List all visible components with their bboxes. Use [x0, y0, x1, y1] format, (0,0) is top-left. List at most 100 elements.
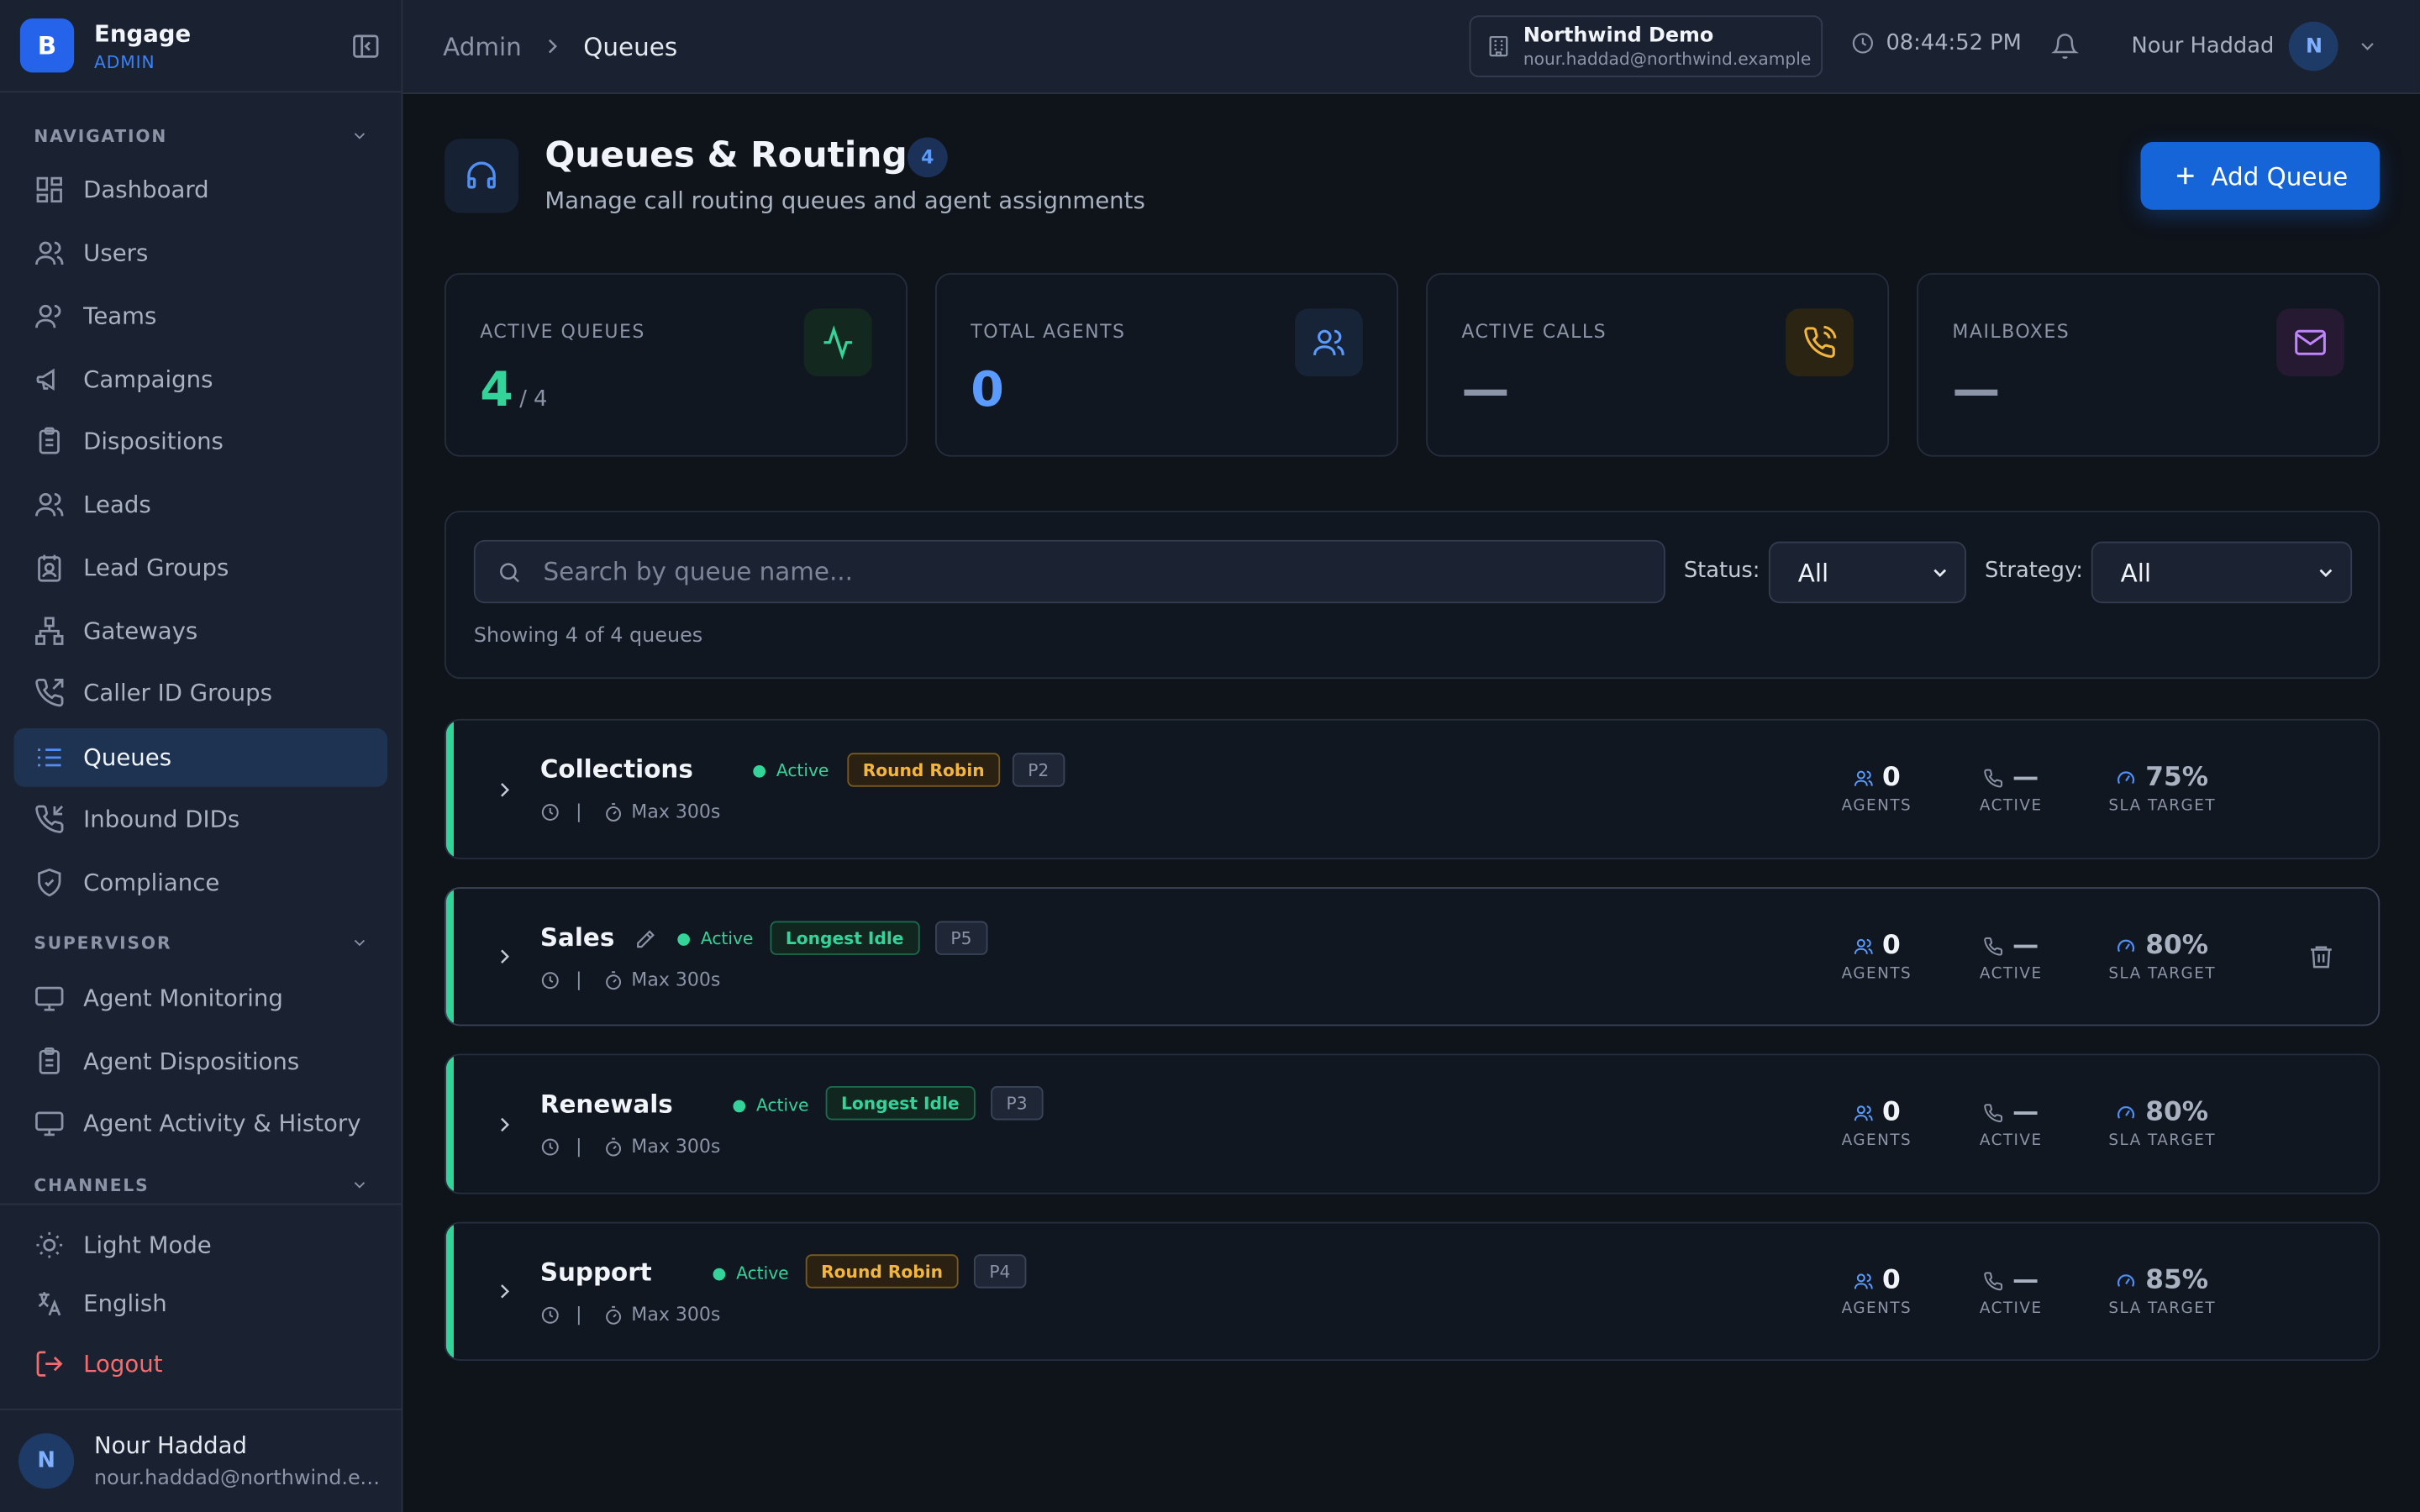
metric-value: —	[2012, 930, 2039, 962]
sidebar-collapse-icon[interactable]	[350, 30, 381, 61]
sidebar-item-campaigns[interactable]: Campaigns	[14, 350, 387, 409]
chevron-down-icon	[2362, 43, 2375, 50]
metric-agents: 0 AGENTS	[1815, 1097, 1939, 1149]
priority-badge: P4	[973, 1254, 1026, 1289]
trash-icon[interactable]	[2307, 942, 2335, 970]
sidebar-divider	[0, 1203, 403, 1205]
sidebar-item-dispositions[interactable]: Dispositions	[14, 412, 387, 470]
clipboard-icon	[39, 1047, 60, 1074]
status-select-value: All	[1797, 557, 1829, 587]
sidebar-user[interactable]: N Nour Haddad nour.haddad@northwind.exam…	[0, 1410, 402, 1512]
section-navigation[interactable]: NAVIGATION	[0, 123, 402, 148]
add-queue-label: Add Queue	[2211, 160, 2349, 191]
metric-value: 85%	[2145, 1265, 2209, 1296]
bell-icon[interactable]	[2051, 33, 2079, 60]
metric-label: AGENTS	[1841, 797, 1912, 815]
sidebar-item-label: Agent Monitoring	[83, 984, 283, 1012]
sidebar-item-lead-groups[interactable]: Lead Groups	[14, 538, 387, 597]
pencil-icon[interactable]	[634, 929, 656, 951]
priority-badge: P5	[935, 921, 987, 955]
users-icon	[1854, 769, 1872, 785]
sidebar-item-light-mode[interactable]: Light Mode	[14, 1215, 387, 1274]
sidebar-item-users[interactable]: Users	[14, 223, 387, 282]
sidebar-item-teams[interactable]: Teams	[14, 287, 387, 346]
sidebar-item-queues[interactable]: Queues	[13, 727, 388, 787]
queue-card-support[interactable]: Support Active Round Robin P4 | Max 300s…	[444, 1221, 2381, 1361]
max-wait: Max 300s	[631, 1304, 721, 1326]
strategy-select[interactable]: All	[2091, 541, 2353, 604]
metric-label: ACTIVE	[1979, 1132, 2043, 1150]
stat-label: ACTIVE QUEUES	[480, 321, 645, 343]
stat-sub: / 4	[519, 387, 548, 412]
metric-agents: 0 AGENTS	[1815, 1265, 1939, 1317]
teams-icon	[35, 304, 61, 328]
status-bar	[445, 1055, 454, 1193]
sidebar-item-dashboard[interactable]: Dashboard	[14, 160, 387, 219]
status-text: Active	[776, 760, 829, 781]
sidebar-item-caller-id-groups[interactable]: Caller ID Groups	[14, 664, 387, 722]
sidebar-item-compliance[interactable]: Compliance	[14, 853, 387, 912]
tenant-switcher[interactable]: Northwind Demo nour.haddad@northwind.exa…	[1469, 15, 1823, 77]
sidebar-item-gateways[interactable]: Gateways	[14, 601, 387, 660]
users-icon	[35, 241, 64, 265]
user-menu[interactable]: Nour Haddad N	[2131, 21, 2379, 71]
add-queue-button[interactable]: Add Queue	[2140, 141, 2381, 210]
metric-value: —	[2012, 1096, 2039, 1128]
users-icon	[1294, 308, 1363, 377]
user-menu-name: Nour Haddad	[2131, 34, 2275, 59]
chevron-right-icon[interactable]	[492, 778, 517, 802]
section-channels[interactable]: CHANNELS	[0, 1173, 402, 1197]
stat-number: 4	[480, 362, 513, 418]
metric-value: —	[2012, 1265, 2039, 1296]
sidebar-item-agent-dispositions[interactable]: Agent Dispositions	[14, 1032, 387, 1091]
metric-label: SLA TARGET	[2108, 1300, 2217, 1318]
breadcrumb: Admin Queues	[443, 32, 677, 61]
queue-card-renewals[interactable]: Renewals Active Longest Idle P3 | Max 30…	[444, 1053, 2381, 1194]
section-supervisor[interactable]: SUPERVISOR	[0, 931, 402, 955]
status-bar	[445, 1223, 454, 1360]
sidebar-item-inbound-dids[interactable]: Inbound DIDs	[14, 790, 387, 848]
metric-label: ACTIVE	[1979, 965, 2043, 983]
sidebar-item-label: Queues	[83, 743, 172, 772]
sun-icon	[36, 1231, 63, 1258]
search-box[interactable]	[473, 539, 1665, 604]
chevron-down-icon	[2319, 569, 2333, 578]
chevron-down-icon	[354, 133, 366, 139]
metric-value: 0	[1881, 1265, 1901, 1296]
sidebar-item-agent-activity[interactable]: Agent Activity & History	[14, 1094, 387, 1152]
sidebar-item-label: Compliance	[83, 869, 220, 897]
chevron-right-icon[interactable]	[492, 944, 517, 969]
chevron-right-icon[interactable]	[492, 1279, 517, 1304]
queue-card-collections[interactable]: Collections Active Round Robin P2 | Max …	[444, 718, 2381, 860]
timer-icon	[606, 1137, 622, 1156]
strategy-badge: Round Robin	[847, 753, 1001, 787]
list-icon	[37, 748, 61, 767]
stat-label: ACTIVE CALLS	[1461, 321, 1607, 343]
chevron-right-icon[interactable]	[492, 1112, 517, 1137]
status-filter-label: Status:	[1683, 558, 1760, 584]
status-select[interactable]: All	[1768, 541, 1966, 604]
phone-call-icon	[1786, 308, 1854, 377]
leads-icon	[35, 492, 64, 517]
strategy-badge: Longest Idle	[770, 921, 919, 955]
metric-value: 0	[1881, 930, 1901, 962]
avatar: N	[2289, 21, 2339, 71]
breadcrumb-admin[interactable]: Admin	[443, 32, 522, 61]
queue-card-sales[interactable]: Sales Active Longest Idle P5 | Max 300s …	[444, 887, 2381, 1026]
sidebar-item-agent-monitoring[interactable]: Agent Monitoring	[14, 969, 387, 1027]
metric-value: 75%	[2145, 762, 2209, 794]
search-input[interactable]	[543, 557, 1624, 586]
sidebar-item-leads[interactable]: Leads	[14, 475, 387, 534]
brand-role: ADMIN	[94, 51, 155, 72]
metric-sla: 80% SLA TARGET	[2101, 1097, 2224, 1149]
sidebar-item-language[interactable]: English	[14, 1274, 387, 1333]
queue-count-badge: 4	[907, 137, 948, 178]
monitor-icon	[35, 1111, 64, 1137]
queue-meta: | Max 300s	[540, 1304, 721, 1326]
contact-book-icon	[38, 554, 61, 582]
metric-label: AGENTS	[1841, 965, 1912, 983]
sidebar-item-logout[interactable]: Logout	[14, 1335, 387, 1394]
queue-name: Sales	[539, 922, 615, 953]
stat-card-mailboxes: MAILBOXES —	[1917, 273, 2381, 457]
sidebar-item-label: Leads	[83, 491, 151, 519]
